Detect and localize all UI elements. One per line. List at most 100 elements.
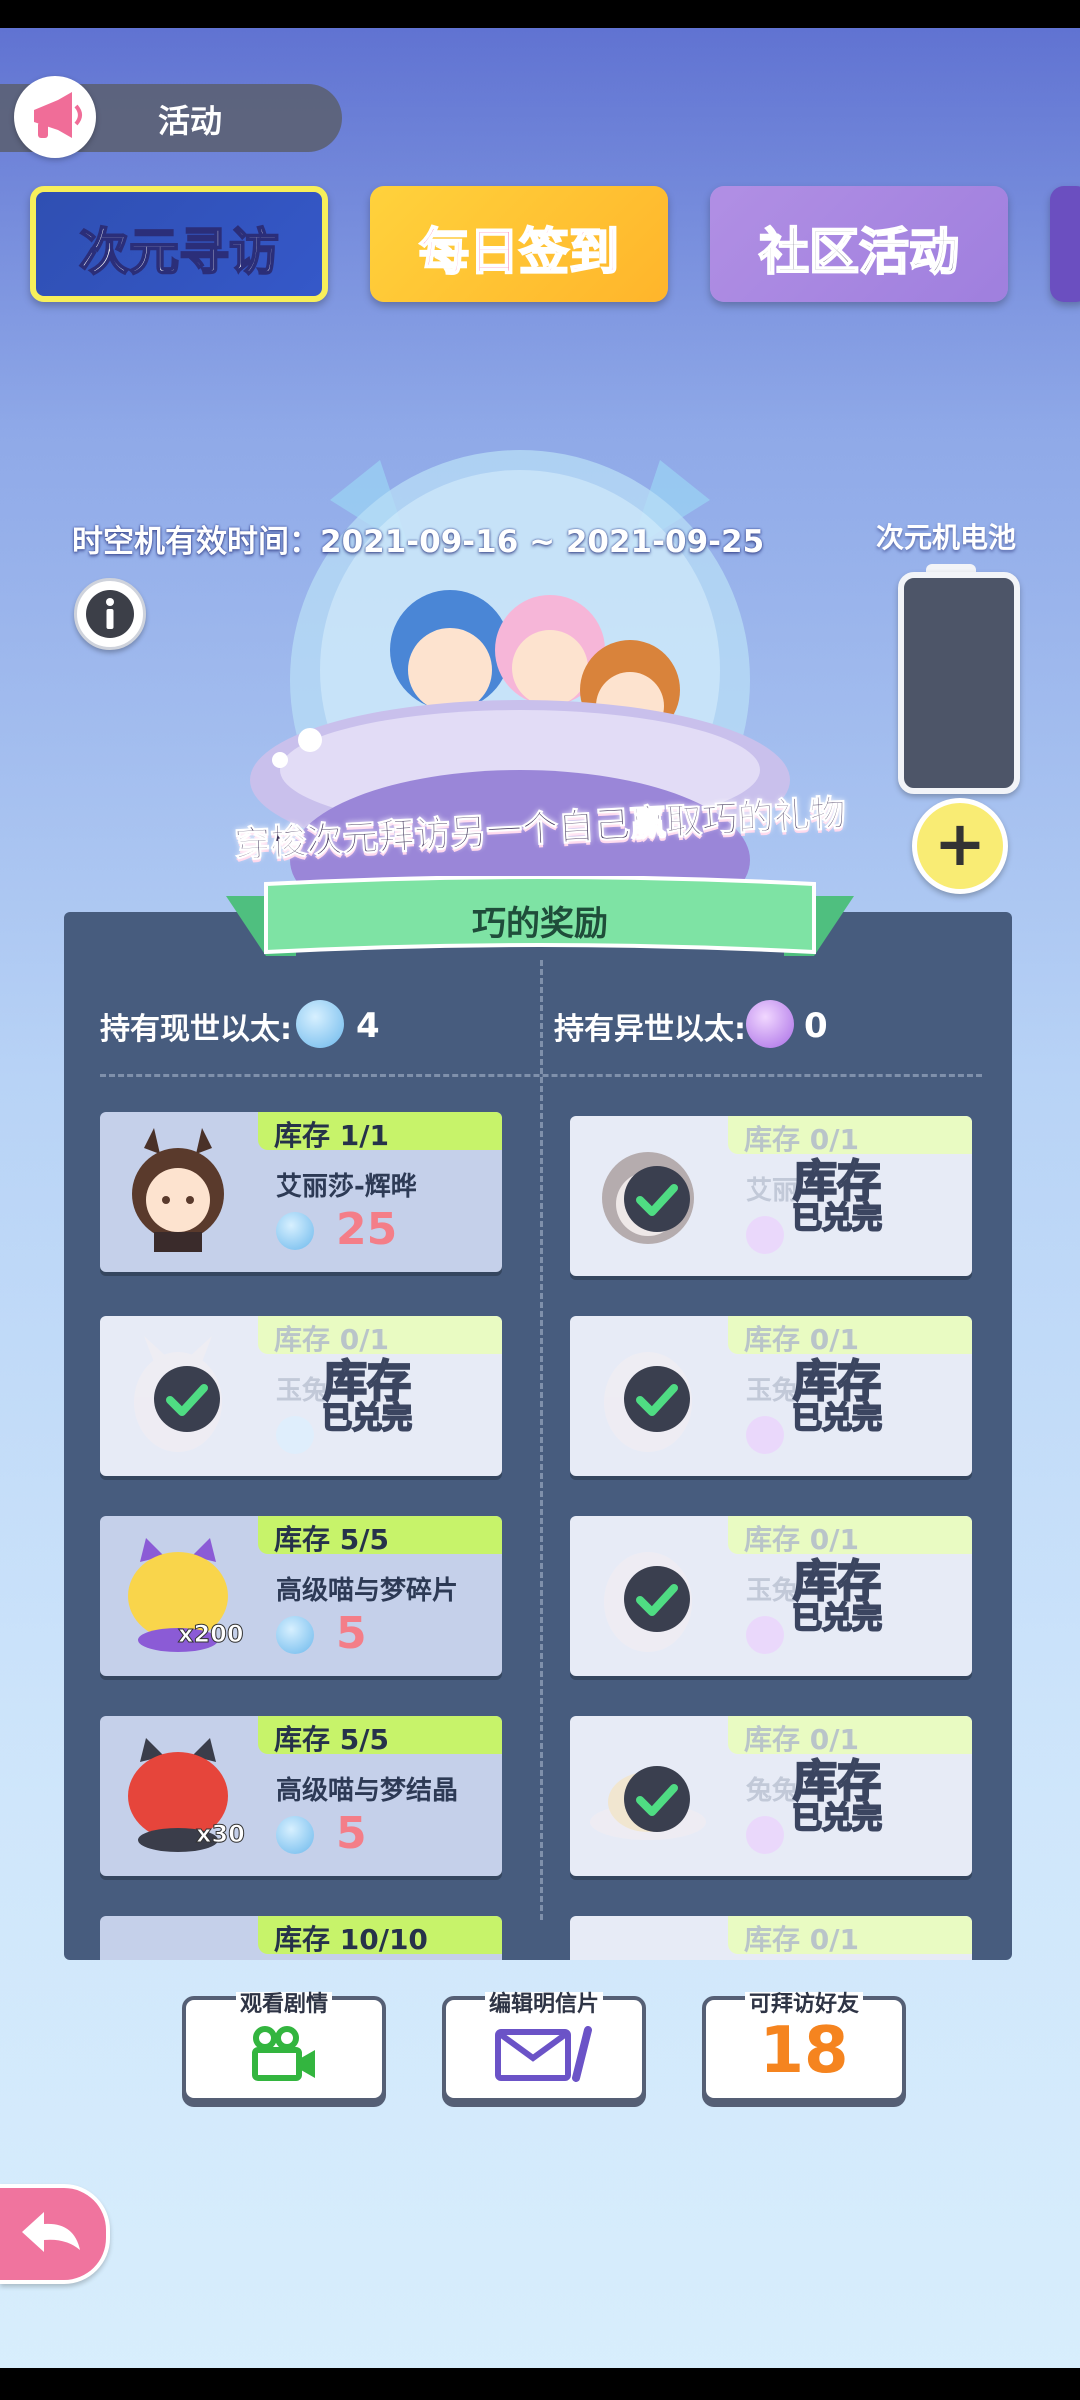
stock-tag: 库存 0/1 <box>728 1316 972 1356</box>
activity-title: 活动 <box>158 102 223 140</box>
stock-text: 库存 0/1 <box>744 1323 859 1356</box>
status-bar <box>0 0 1080 28</box>
reward-item-card[interactable]: 库存 5/5 x200 高级喵与梦碎片 5 <box>100 1516 502 1676</box>
real-ether-icon <box>276 1616 314 1654</box>
reward-item-card-sold-out: 库存 0/1 玉兔 库存 已兑完 <box>100 1316 502 1476</box>
reward-item-card-partial: 库存 0/1 <box>570 1916 972 1960</box>
watch-story-label: 观看剧情 <box>186 1986 382 2018</box>
stock-text: 库存 0/1 <box>744 1523 859 1556</box>
plus-icon: + <box>934 807 986 880</box>
stock-tag: 库存 0/1 <box>258 1316 502 1356</box>
sold-out-line1: 库存 <box>792 1356 882 1407</box>
megaphone-icon[interactable] <box>14 76 96 158</box>
stock-text: 库存 5/5 <box>274 1723 389 1756</box>
tab-community-activity[interactable]: 社区活动 <box>710 186 1008 302</box>
other-ether-icon <box>746 1216 784 1254</box>
other-ether-label: 持有异世以太: <box>554 1012 746 1047</box>
stock-text: 库存 0/1 <box>744 1923 859 1956</box>
visitable-friends-button[interactable]: 可拜访好友 18 <box>702 1992 906 2102</box>
other-ether-icon <box>746 1616 784 1654</box>
sold-out-line1: 库存 <box>322 1356 412 1407</box>
item-price: 25 <box>336 1204 398 1255</box>
sold-out-label: 库存 已兑完 <box>791 1759 883 1837</box>
real-ether-icon <box>276 1416 314 1454</box>
checkmark-icon <box>154 1366 220 1432</box>
sold-out-line2: 已兑完 <box>321 1401 413 1437</box>
checkmark-icon <box>624 1766 690 1832</box>
panel-divider-vertical <box>540 960 543 1920</box>
edit-postcard-button[interactable]: 编辑明信片 <box>442 1992 646 2102</box>
back-button[interactable] <box>0 2184 110 2284</box>
info-button[interactable] <box>74 578 146 650</box>
tab-dimension-visit-label: 次元寻访 <box>78 222 280 282</box>
sold-out-line1: 库存 <box>792 1756 882 1807</box>
sold-out-line1: 库存 <box>792 1556 882 1607</box>
reward-item-card-partial[interactable]: 库存 10/10 <box>100 1916 502 1960</box>
tab-more-partial[interactable] <box>1050 186 1080 302</box>
reward-title: 巧的奖励 <box>472 904 608 944</box>
video-camera-icon <box>252 2026 315 2081</box>
stock-text: 库存 5/5 <box>274 1523 389 1556</box>
item-name: 高级喵与梦碎片 <box>276 1576 459 1606</box>
item-quantity: x30 <box>196 1820 246 1849</box>
checkmark-icon <box>624 1366 690 1432</box>
real-ether-icon <box>276 1212 314 1250</box>
add-battery-button[interactable]: + <box>912 798 1008 894</box>
real-ether-label: 持有现世以太: <box>100 1012 292 1047</box>
panel-divider-horizontal <box>100 1074 982 1077</box>
other-ether-icon <box>746 1000 794 1048</box>
stock-text: 库存 1/1 <box>274 1119 389 1152</box>
reward-item-card-sold-out: 库存 0/1 兔兔 库存 已兑完 <box>570 1716 972 1876</box>
info-icon <box>86 590 134 638</box>
item-price: 5 <box>336 1608 367 1659</box>
friends-count: 18 <box>759 2014 849 2088</box>
checkmark-icon <box>624 1166 690 1232</box>
watch-story-label-text: 观看剧情 <box>235 1992 332 2017</box>
checkmark-icon <box>624 1566 690 1632</box>
item-name: 艾丽莎-辉晔 <box>276 1172 417 1202</box>
item-price: 5 <box>336 1808 367 1859</box>
stock-tag: 库存 5/5 <box>258 1516 502 1556</box>
sold-out-line2: 已兑完 <box>791 1801 883 1837</box>
stock-text: 库存 0/1 <box>744 1723 859 1756</box>
item-name: 兔兔 <box>746 1776 799 1806</box>
navigation-bar <box>0 2368 1080 2400</box>
other-ether-icon <box>746 1816 784 1854</box>
reward-item-card[interactable]: 库存 1/1 艾丽莎-辉晔 25 <box>100 1112 502 1272</box>
tab-daily-checkin-label: 每日签到 <box>418 222 620 282</box>
reward-item-card[interactable]: 库存 5/5 x30 高级喵与梦结晶 5 <box>100 1716 502 1876</box>
sold-out-label: 库存 已兑完 <box>791 1559 883 1637</box>
stock-tag: 库存 0/1 <box>728 1716 972 1756</box>
envelope-pen-icon <box>495 2026 592 2082</box>
other-ether-count: 0 <box>804 1006 828 1046</box>
sold-out-line2: 已兑完 <box>791 1201 883 1237</box>
stock-tag: 库存 0/1 <box>728 1116 972 1156</box>
item-name: 玉兔 <box>746 1376 799 1406</box>
tab-daily-checkin[interactable]: 每日签到 <box>370 186 668 302</box>
other-ether-icon <box>746 1416 784 1454</box>
stock-tag: 库存 0/1 <box>728 1916 972 1956</box>
edit-postcard-label-text: 编辑明信片 <box>484 1992 603 2017</box>
real-ether-icon <box>296 1000 344 1048</box>
item-name: 玉兔 <box>276 1376 329 1406</box>
stock-tag: 库存 5/5 <box>258 1716 502 1756</box>
reward-item-card-sold-out: 库存 0/1 玉兔 库存 已兑完 <box>570 1516 972 1676</box>
battery-gauge <box>898 572 1020 794</box>
sold-out-label: 库存 已兑完 <box>791 1159 883 1237</box>
battery-label: 次元机电池 <box>876 521 1017 554</box>
sold-out-label: 库存 已兑完 <box>791 1359 883 1437</box>
real-ether-count: 4 <box>356 1006 380 1046</box>
sold-out-label: 库存 已兑完 <box>321 1359 413 1437</box>
tab-dimension-visit[interactable]: 次元寻访 <box>30 186 328 302</box>
tab-community-activity-label: 社区活动 <box>758 222 960 282</box>
watch-story-button[interactable]: 观看剧情 <box>182 1992 386 2102</box>
stock-text: 库存 0/1 <box>744 1123 859 1156</box>
item-name: 高级喵与梦结晶 <box>276 1776 459 1806</box>
stock-tag: 库存 1/1 <box>258 1112 502 1152</box>
sold-out-line2: 已兑完 <box>791 1401 883 1437</box>
stock-text: 库存 10/10 <box>274 1923 428 1956</box>
character-portrait-icon <box>132 1128 224 1252</box>
reward-item-card-sold-out: 库存 0/1 艾丽 库存 已兑完 <box>570 1116 972 1276</box>
sold-out-line2: 已兑完 <box>791 1601 883 1637</box>
real-ether-icon <box>276 1816 314 1854</box>
